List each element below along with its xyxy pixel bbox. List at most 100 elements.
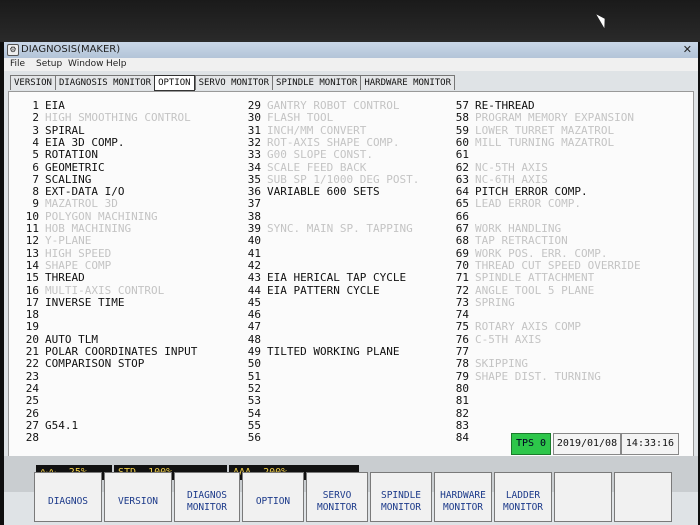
app-icon: ⚙: [7, 44, 19, 56]
option-number: 56: [247, 431, 261, 445]
option-number: 70: [455, 258, 469, 272]
option-label: WORK HANDLING: [475, 222, 562, 235]
option-number: 45: [247, 295, 261, 309]
tab-servo-monitor[interactable]: SERVO MONITOR: [194, 75, 273, 90]
option-label: EXT-DATA I/O: [45, 185, 125, 199]
option-label: HOB MACHINING: [45, 222, 132, 235]
option-row: 73 SPRING: [449, 295, 515, 309]
option-row: 31 INCH/MM CONVERT: [241, 124, 367, 137]
window-title: DIAGNOSIS(MAKER): [21, 44, 121, 55]
option-number: 54: [247, 406, 261, 420]
tab-hardware-monitor[interactable]: HARDWARE MONITOR: [360, 75, 456, 90]
option-row: 23: [19, 370, 45, 383]
option-row: 7 SCALING: [19, 173, 91, 186]
option-number: 30: [247, 111, 261, 125]
option-number: 81: [455, 394, 469, 408]
option-row: 76 C-5TH AXIS: [449, 332, 541, 346]
option-label: SPRING: [475, 295, 515, 309]
option-row: 28: [19, 432, 45, 444]
option-row: 63 NC-6TH AXIS: [449, 173, 548, 186]
close-icon[interactable]: ✕: [683, 43, 692, 56]
fkey-blank-9[interactable]: [554, 472, 612, 522]
option-number: 26: [25, 406, 39, 420]
window-titlebar: ⚙ DIAGNOSIS(MAKER) ✕: [4, 42, 698, 58]
option-number: 71: [455, 271, 469, 285]
option-number: 14: [25, 258, 39, 272]
option-number: 76: [455, 332, 469, 346]
option-row: 50: [241, 358, 267, 370]
fkey-diagnos[interactable]: DIAGNOS: [34, 472, 102, 522]
option-number: 73: [455, 295, 469, 309]
option-number: 75: [455, 320, 469, 334]
tab-diagnosis-monitor[interactable]: DIAGNOSIS MONITOR: [54, 75, 155, 90]
option-row: 27 G54.1: [19, 418, 78, 432]
option-number: 3: [32, 123, 39, 137]
fkey-servo-monitor[interactable]: SERVO MONITOR: [306, 472, 368, 522]
option-number: 46: [247, 308, 261, 322]
menu-setup[interactable]: Setup: [36, 59, 62, 69]
option-number: 41: [247, 246, 261, 260]
option-number: 83: [455, 418, 469, 432]
fkey-option[interactable]: OPTION: [242, 472, 304, 522]
option-number: 29: [247, 99, 261, 112]
option-number: 27: [25, 418, 39, 432]
option-number: 17: [25, 295, 39, 309]
option-label: SHAPE DIST. TURNING: [475, 369, 601, 383]
option-number: 28: [25, 431, 39, 445]
option-row: 9 MAZATROL 3D: [19, 198, 117, 210]
time-display: 14:33:16: [621, 433, 679, 455]
option-row: 62 NC-5TH AXIS: [449, 161, 548, 174]
option-label: TAP RETRACTION: [475, 234, 568, 248]
option-row: 12 Y-PLANE: [19, 235, 92, 247]
option-row: 20 AUTO TLM: [19, 333, 98, 346]
fkey-hardware-monitor[interactable]: HARDWARE MONITOR: [434, 472, 492, 522]
option-row: 14 SHAPE COMP: [19, 258, 112, 272]
option-row: 82: [449, 407, 475, 420]
menu-help[interactable]: Help: [106, 59, 127, 69]
option-row: 75 ROTARY AXIS COMP: [449, 321, 581, 333]
option-row: 8 EXT-DATA I/O: [19, 186, 124, 198]
option-number: 74: [455, 308, 469, 322]
tab-version[interactable]: VERSION: [10, 75, 55, 90]
fkey-diagnos-monitor[interactable]: DIAGNOS MONITOR: [174, 472, 240, 522]
option-number: 64: [455, 185, 469, 199]
option-number: 67: [455, 222, 469, 235]
option-label: SYNC. MAIN SP. TAPPING: [267, 222, 413, 235]
option-label: HIGH SPEED: [45, 246, 112, 260]
option-number: 8: [32, 185, 39, 199]
menu-window[interactable]: Window: [68, 59, 104, 69]
option-label: EIA: [45, 99, 65, 112]
option-row: 60 MILL TURNING MAZATROL: [449, 136, 614, 149]
option-number: 53: [247, 394, 261, 408]
option-row: 79 SHAPE DIST. TURNING: [449, 369, 601, 383]
option-number: 68: [455, 234, 469, 248]
tab-option[interactable]: OPTION: [154, 75, 195, 91]
option-label: SHAPE COMP: [45, 258, 112, 272]
fkey-blank-10[interactable]: [614, 472, 672, 522]
option-row: 52: [241, 382, 267, 395]
option-label: PITCH ERROR COMP.: [475, 185, 588, 199]
option-row: 67 WORK HANDLING: [449, 223, 561, 235]
option-row: 66: [449, 210, 475, 223]
option-number: 35: [247, 172, 261, 186]
option-label: LEAD ERROR COMP.: [475, 197, 581, 211]
option-number: 80: [455, 381, 469, 395]
option-label: SCALE FEED BACK: [267, 160, 367, 174]
menu-file[interactable]: File: [10, 59, 25, 69]
tab-spindle-monitor[interactable]: SPINDLE MONITOR: [272, 75, 361, 90]
option-number: 24: [25, 381, 39, 395]
option-row: 17 INVERSE TIME: [19, 295, 125, 309]
option-row: 72 ANGLE TOOL 5 PLANE: [449, 284, 594, 297]
fkey-ladder-monitor[interactable]: LADDER MONITOR: [494, 472, 552, 522]
option-row: 1 EIA: [19, 100, 65, 112]
option-label: RE-THREAD: [475, 99, 535, 112]
option-row: 30 FLASH TOOL: [241, 112, 333, 124]
option-label: THREAD CUT SPEED OVERRIDE: [475, 258, 641, 272]
option-number: 51: [247, 369, 261, 383]
option-row: 64 PITCH ERROR COMP.: [449, 186, 588, 198]
option-label: COMPARISON STOP: [45, 357, 145, 371]
option-row: 43 EIA HERICAL TAP CYCLE: [241, 272, 406, 284]
cnc-screen: ⚙ DIAGNOSIS(MAKER) ✕ File Setup Window H…: [4, 42, 698, 525]
fkey-version[interactable]: VERSION: [104, 472, 172, 522]
fkey-spindle-monitor[interactable]: SPINDLE MONITOR: [370, 472, 432, 522]
